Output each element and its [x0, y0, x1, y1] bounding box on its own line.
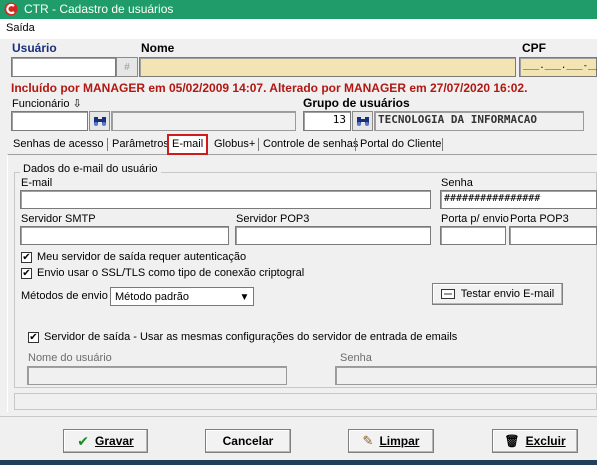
grupo-usuarios-label: Grupo de usuários [303, 96, 410, 110]
gravar-label: Gravar [95, 434, 134, 448]
audit-info-text: Incluído por MANAGER em 05/02/2009 14:07… [11, 81, 528, 95]
binoculars-icon [93, 117, 106, 126]
cancelar-label: Cancelar [222, 434, 274, 448]
pop3-label: Servidor POP3 [236, 213, 310, 225]
cpf-mask: ___.___.___-__ [523, 61, 597, 71]
email-input[interactable] [20, 190, 431, 209]
usuario-input[interactable] [11, 57, 116, 77]
title-bar: CTR - Cadastro de usuários [0, 0, 597, 19]
gravar-button[interactable]: ✔ Gravar [63, 429, 148, 453]
email-data-group-title: Dados do e-mail do usuário [20, 163, 161, 175]
check-icon: ✔ [22, 251, 31, 263]
tab-senhas-de-acesso[interactable]: Senhas de acesso [10, 136, 107, 154]
funcionario-code-input[interactable] [11, 111, 88, 131]
tab-parametros[interactable]: Parâmetros [109, 136, 172, 154]
senha-input[interactable]: ################ [440, 190, 597, 209]
senha2-label: Senha [340, 352, 372, 364]
check-icon: ✔ [22, 267, 31, 279]
tab-separator [258, 138, 259, 151]
email-label: E-mail [21, 177, 53, 189]
limpar-button[interactable]: ✎ Limpar [348, 429, 434, 453]
pop3-input[interactable] [235, 226, 431, 245]
porta-pop3-input[interactable] [509, 226, 597, 245]
same-config-label: Servidor de saída - Usar as mesmas confi… [44, 331, 458, 343]
funcionario-search-button[interactable] [89, 111, 110, 131]
cpf-label: CPF [522, 41, 546, 55]
checkmark-icon: ✔ [77, 432, 90, 449]
excluir-label: Excluir [525, 434, 566, 448]
metodos-envio-value: Método padrão [115, 291, 189, 303]
status-strip [14, 393, 597, 410]
usuario-label: Usuário [12, 41, 57, 55]
excluir-button[interactable]: 🗑 Excluir [492, 429, 578, 453]
tab-controle-de-senhas[interactable]: Controle de senhas [260, 136, 361, 154]
tab-portal-do-cliente[interactable]: Portal do Cliente [357, 136, 444, 154]
binoculars-icon [356, 117, 369, 126]
app-logo-icon [4, 2, 18, 16]
auth-label: Meu servidor de saída requer autenticaçã… [37, 251, 247, 263]
senha2-input [335, 366, 597, 385]
porta-envio-input[interactable] [440, 226, 506, 245]
menu-bar: Saída [0, 19, 597, 39]
tab-separator [107, 138, 108, 151]
window-title: CTR - Cadastro de usuários [24, 2, 174, 16]
usuario-search-button[interactable]: # [116, 57, 138, 77]
trash-icon: 🗑 [504, 434, 520, 448]
grupo-search-button[interactable] [352, 111, 373, 131]
metodos-envio-select[interactable]: Método padrão ▼ [110, 287, 254, 306]
cpf-input[interactable]: ___.___.___-__ [519, 57, 597, 77]
porta-pop3-label: Porta POP3 [510, 213, 569, 225]
limpar-label: Limpar [379, 434, 420, 448]
testar-envio-button[interactable]: Testar envio E-mail [432, 283, 563, 305]
tab-globus[interactable]: Globus+ [211, 136, 258, 154]
cancelar-button[interactable]: Cancelar [205, 429, 291, 453]
tab-separator [442, 138, 443, 151]
nome-usuario-input [27, 366, 287, 385]
nome-label: Nome [141, 41, 175, 55]
funcionario-label: Funcionário ⇩ [12, 98, 82, 110]
nome-input[interactable] [139, 57, 516, 77]
same-config-checkbox[interactable]: ✔ [28, 332, 39, 343]
ssl-label: Envio usar o SSL/TLS como tipo de conexã… [37, 267, 305, 279]
grupo-code-value: 13 [332, 113, 346, 126]
tab-email[interactable]: E-mail [167, 134, 209, 155]
taskbar-strip [0, 460, 597, 465]
binoculars-icon: # [124, 61, 130, 73]
ssl-checkbox[interactable]: ✔ [21, 268, 32, 279]
check-icon: ✔ [29, 331, 38, 343]
testar-envio-label: Testar envio E-mail [460, 288, 555, 300]
porta-envio-label: Porta p/ envio [441, 213, 509, 225]
smtp-input[interactable] [20, 226, 229, 245]
funcionario-name-field [111, 111, 296, 131]
tab-separator [355, 138, 356, 151]
chevron-down-icon: ▼ [239, 292, 250, 303]
senha-value: ################ [444, 193, 541, 204]
smtp-label: Servidor SMTP [21, 213, 96, 225]
auth-checkbox[interactable]: ✔ [21, 252, 32, 263]
grupo-code-input[interactable]: 13 [303, 111, 351, 131]
metodos-envio-label: Métodos de envio [21, 290, 108, 302]
senha-label: Senha [441, 177, 473, 189]
nome-usuario-label: Nome do usuário [28, 352, 112, 364]
grupo-name-field: TECNOLOGIA DA INFORMACAO [374, 111, 584, 131]
broom-icon: ✎ [362, 433, 374, 448]
menu-item-saida[interactable]: Saída [6, 22, 35, 34]
email-icon [440, 289, 455, 299]
grupo-name-value: TECNOLOGIA DA INFORMACAO [378, 113, 537, 126]
